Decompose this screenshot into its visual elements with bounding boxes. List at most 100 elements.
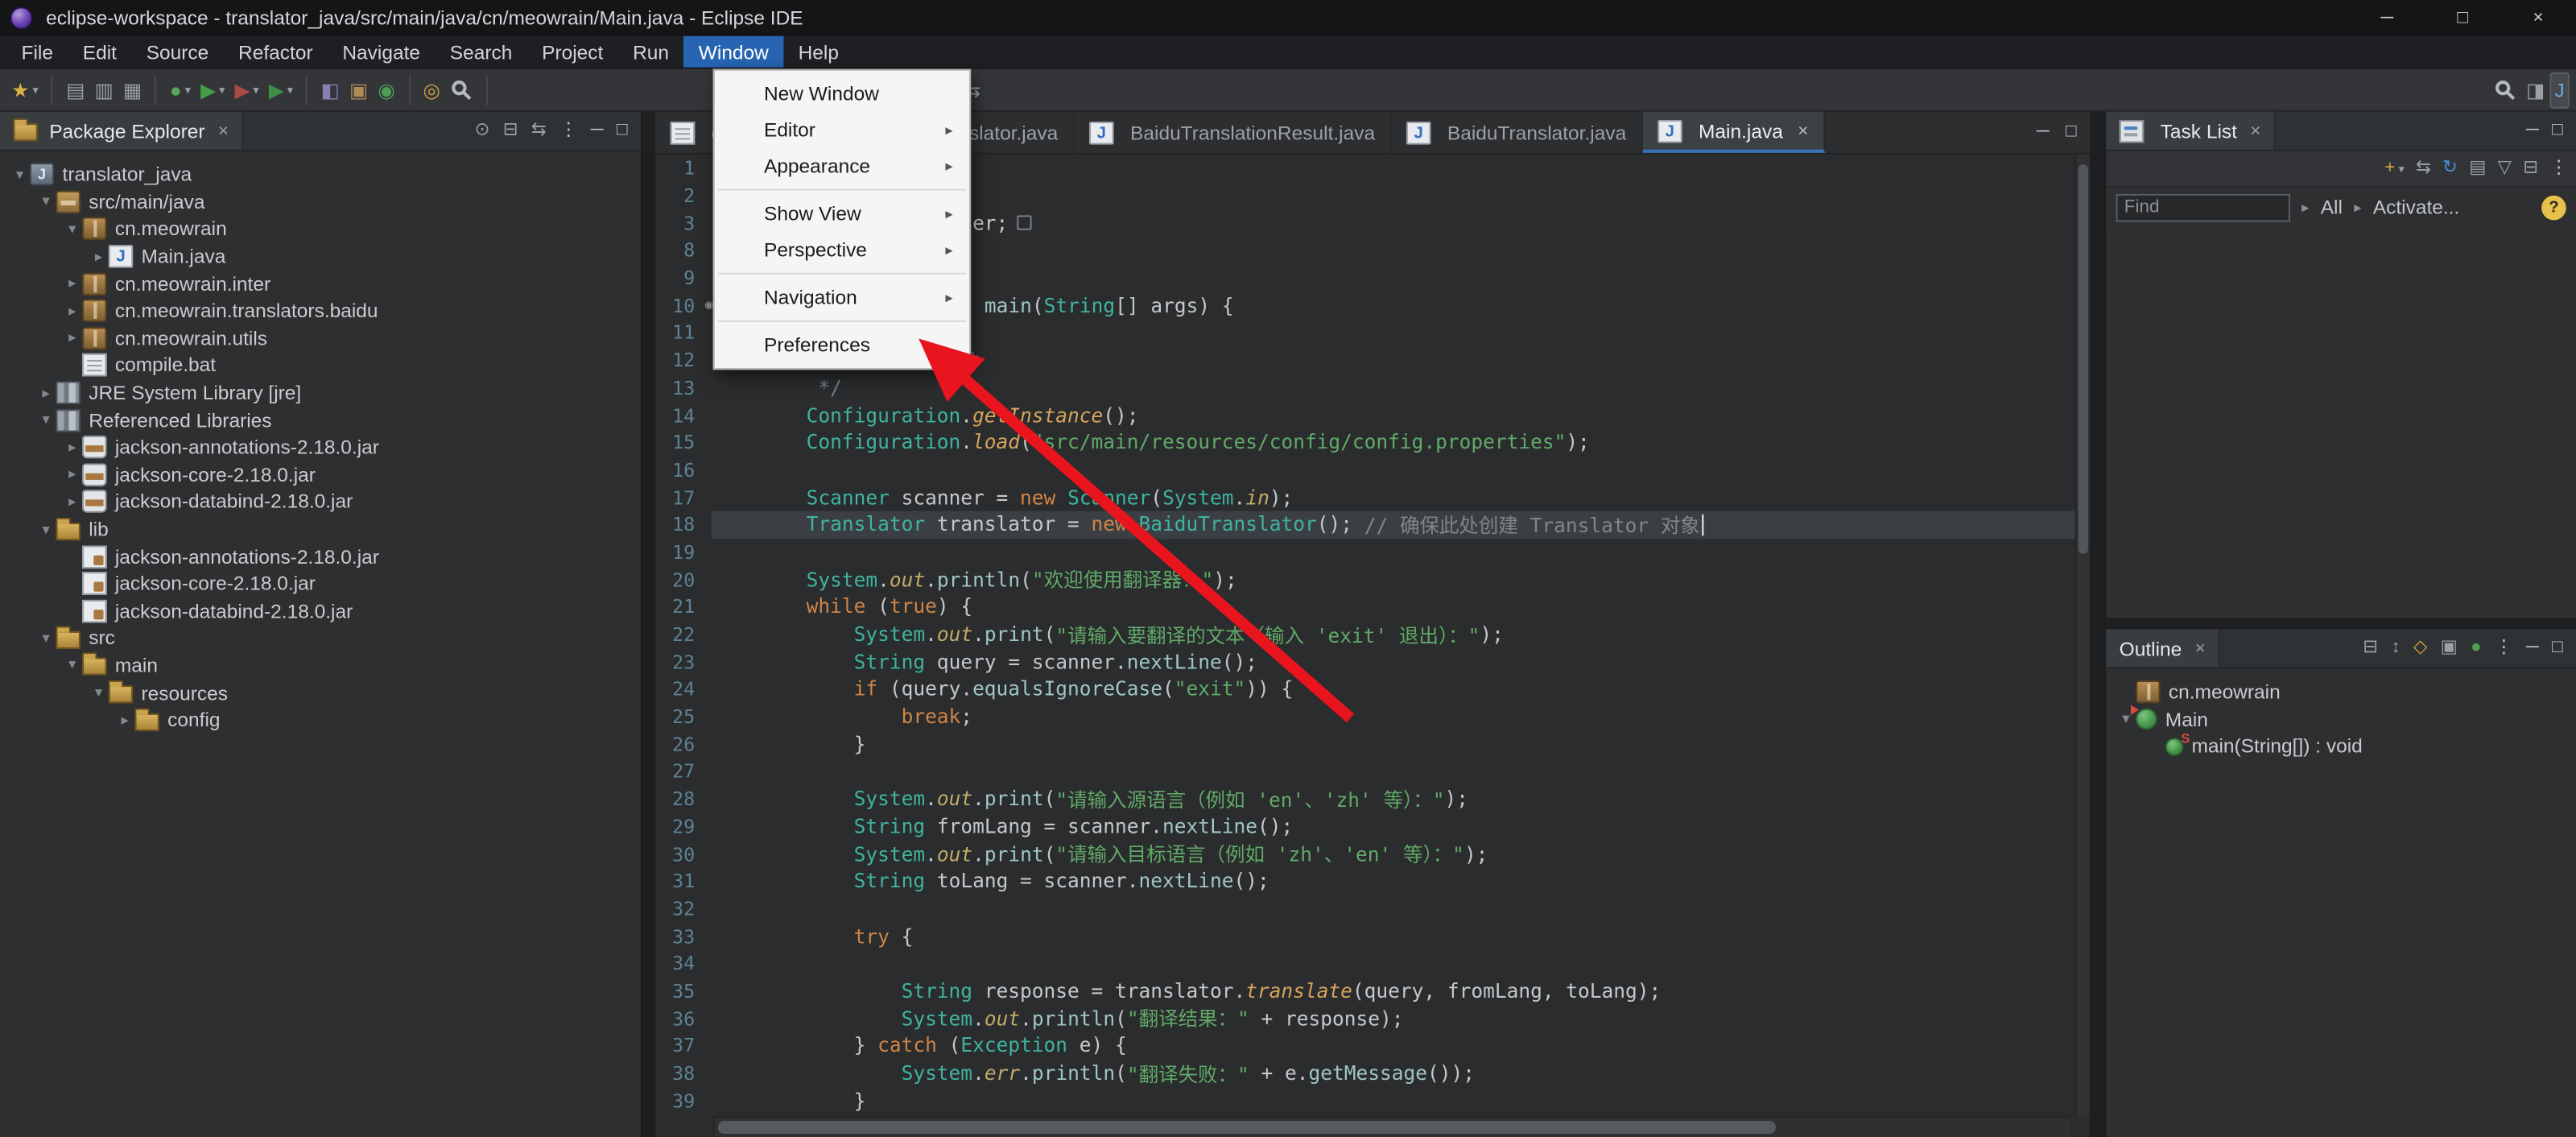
collapse-all-icon[interactable]: ⊟ (2363, 639, 2378, 657)
menu-refactor[interactable]: Refactor (224, 36, 328, 68)
new-package-icon[interactable]: ▣ (345, 72, 373, 108)
code-line[interactable]: 24 if (query.equalsIgnoreCase("exit")) { (655, 676, 2074, 703)
tab-package-explorer[interactable]: Package Explorer × (0, 112, 243, 150)
chevron-right-icon[interactable]: ▸ (63, 465, 82, 483)
chevron-down-icon[interactable]: ▾ (36, 520, 56, 538)
menu-item-perspective[interactable]: Perspective▸ (715, 232, 969, 268)
link-with-editor-icon[interactable]: ⇆ (531, 122, 547, 139)
tree-item[interactable]: ▸jackson-annotations-2.18.0.jar (0, 434, 641, 461)
chevron-right-icon[interactable]: ▸ (63, 275, 82, 292)
new-wizard-icon[interactable]: ★▾ (6, 72, 43, 108)
tree-item[interactable]: ▸jackson-core-2.18.0.jar (0, 461, 641, 489)
menu-window[interactable]: Window (683, 36, 783, 68)
code-line[interactable]: 31 String toLang = scanner.nextLine(); (655, 867, 2074, 895)
code-line[interactable]: 22 System.out.print("请输入要翻译的文本（输入 'exit'… (655, 621, 2074, 648)
tree-item[interactable]: jackson-annotations-2.18.0.jar (0, 543, 641, 570)
code-line[interactable]: 23 String query = scanner.nextLine(); (655, 648, 2074, 676)
tree-item[interactable]: ▾Referenced Libraries (0, 407, 641, 434)
maximize-icon[interactable]: □ (617, 122, 628, 139)
code-line[interactable]: 34 (655, 949, 2074, 977)
close-icon[interactable]: × (1798, 121, 1808, 140)
code-line[interactable]: 33 try { (655, 922, 2074, 949)
new-class-icon[interactable]: ◉ (373, 72, 400, 108)
maximize-icon[interactable]: □ (2552, 639, 2563, 657)
view-menu-icon[interactable]: ⋮ (559, 122, 577, 139)
tree-item[interactable]: ▾cn.meowrain (0, 216, 641, 243)
menu-search[interactable]: Search (435, 36, 526, 68)
menu-help[interactable]: Help (783, 36, 853, 68)
chevron-right-icon[interactable]: ▸ (63, 438, 82, 456)
close-icon[interactable]: × (2250, 121, 2260, 140)
maximize-button[interactable]: □ (2425, 0, 2500, 36)
code-line[interactable]: 20 System.out.println("欢迎使用翻译器！"); (655, 566, 2074, 593)
maximize-icon[interactable]: □ (2066, 123, 2077, 141)
code-line[interactable]: 15 Configuration.load("src/main/resource… (655, 428, 2074, 456)
code-line[interactable]: 29 String fromLang = scanner.nextLine(); (655, 812, 2074, 840)
java-perspective-icon[interactable]: J (2549, 72, 2569, 108)
open-perspective-icon[interactable]: ◨ (2521, 72, 2549, 108)
collapse-all-icon[interactable]: ⊟ (2523, 159, 2538, 177)
minimize-icon[interactable]: ─ (2526, 122, 2539, 139)
code-line[interactable]: 37 } catch (Exception e) { (655, 1032, 2074, 1060)
filter-activate[interactable]: Activate... (2373, 196, 2460, 219)
link-with-editor-icon[interactable]: ⇆ (2416, 159, 2431, 177)
code-line[interactable]: 25 break; (655, 703, 2074, 730)
menu-item-navigation[interactable]: Navigation▸ (715, 279, 969, 316)
sort-icon[interactable]: ↕ (2391, 639, 2400, 657)
tree-item[interactable]: jackson-core-2.18.0.jar (0, 570, 641, 597)
find-input[interactable] (2116, 193, 2290, 221)
hide-fields-icon[interactable]: ◇ (2413, 639, 2427, 657)
code-line[interactable]: 14 Configuration.getInstance(); (655, 401, 2074, 428)
tree-item[interactable]: ▸jackson-databind-2.18.0.jar (0, 488, 641, 515)
hide-static-members-icon[interactable]: ▣ (2441, 639, 2458, 657)
open-type-icon[interactable]: ◎ (418, 72, 445, 108)
new-task-icon[interactable]: +▾ (2384, 159, 2404, 177)
tree-item[interactable]: ▸Main.java (0, 243, 641, 271)
print-icon[interactable]: ▦ (118, 72, 147, 108)
search-toolbar-icon[interactable] (445, 72, 478, 108)
code-line[interactable]: 27 (655, 758, 2074, 785)
tree-item[interactable]: cn.meowrain (2106, 679, 2576, 706)
tree-item[interactable]: ▾src/main/java (0, 188, 641, 216)
chevron-down-icon[interactable]: ▾ (10, 166, 29, 184)
minimize-icon[interactable]: ─ (591, 122, 604, 139)
code-line[interactable]: 32 (655, 895, 2074, 922)
chevron-right-icon[interactable]: ▸ (115, 711, 134, 729)
tree-item[interactable]: ▾resources (0, 679, 641, 706)
external-tools-icon[interactable]: ▶▾ (264, 72, 298, 108)
menu-item-editor[interactable]: Editor▸ (715, 112, 969, 148)
tree-item[interactable]: ▾src (0, 625, 641, 652)
chevron-down-icon[interactable]: ▾ (36, 193, 56, 211)
code-line[interactable]: 13 */ (655, 374, 2074, 401)
tree-item[interactable]: jackson-databind-2.18.0.jar (0, 597, 641, 625)
tree-item[interactable]: ▾main (0, 652, 641, 680)
synchronize-icon[interactable]: ↻ (2442, 159, 2458, 177)
code-line[interactable]: 18 Translator translator = new BaiduTran… (655, 511, 2074, 539)
code-line[interactable]: 28 System.out.print("请输入源语言（例如 'en'、'zh'… (655, 785, 2074, 812)
save-icon[interactable]: ▤ (61, 72, 89, 108)
code-line[interactable]: 35 String response = translator.translat… (655, 978, 2074, 1005)
tree-item[interactable]: ▸cn.meowrain.translators.baidu (0, 297, 641, 325)
chevron-right-icon[interactable]: ▸ (63, 329, 82, 347)
tree-item[interactable]: ▸config (0, 706, 641, 734)
close-button[interactable]: × (2500, 0, 2576, 36)
menu-file[interactable]: File (6, 36, 68, 68)
quick-search-icon[interactable] (2488, 72, 2521, 108)
minimize-icon[interactable]: ─ (2526, 639, 2539, 657)
view-menu-icon[interactable]: ⋮ (2549, 159, 2567, 177)
maximize-icon[interactable]: □ (2552, 122, 2563, 139)
run-icon[interactable]: ▶▾ (196, 72, 229, 108)
chevron-down-icon[interactable]: ▾ (89, 684, 108, 701)
menu-source[interactable]: Source (131, 36, 223, 68)
tree-item[interactable]: compile.bat (0, 352, 641, 379)
minimize-icon[interactable]: ─ (2037, 123, 2050, 141)
code-line[interactable]: 36 System.out.println("翻译结果：" + response… (655, 1005, 2074, 1032)
chevron-right-icon[interactable]: ▸ (63, 493, 82, 511)
filter-focus-icon[interactable]: ⊙ (475, 122, 490, 139)
tree-item[interactable]: ▾translator_java (0, 161, 641, 188)
tree-item[interactable]: ▸cn.meowrain.inter (0, 270, 641, 297)
code-line[interactable]: 19 (655, 539, 2074, 566)
tree-item[interactable]: ▾lib (0, 515, 641, 543)
code-line[interactable]: 16 (655, 456, 2074, 483)
close-icon[interactable]: × (2195, 639, 2206, 658)
